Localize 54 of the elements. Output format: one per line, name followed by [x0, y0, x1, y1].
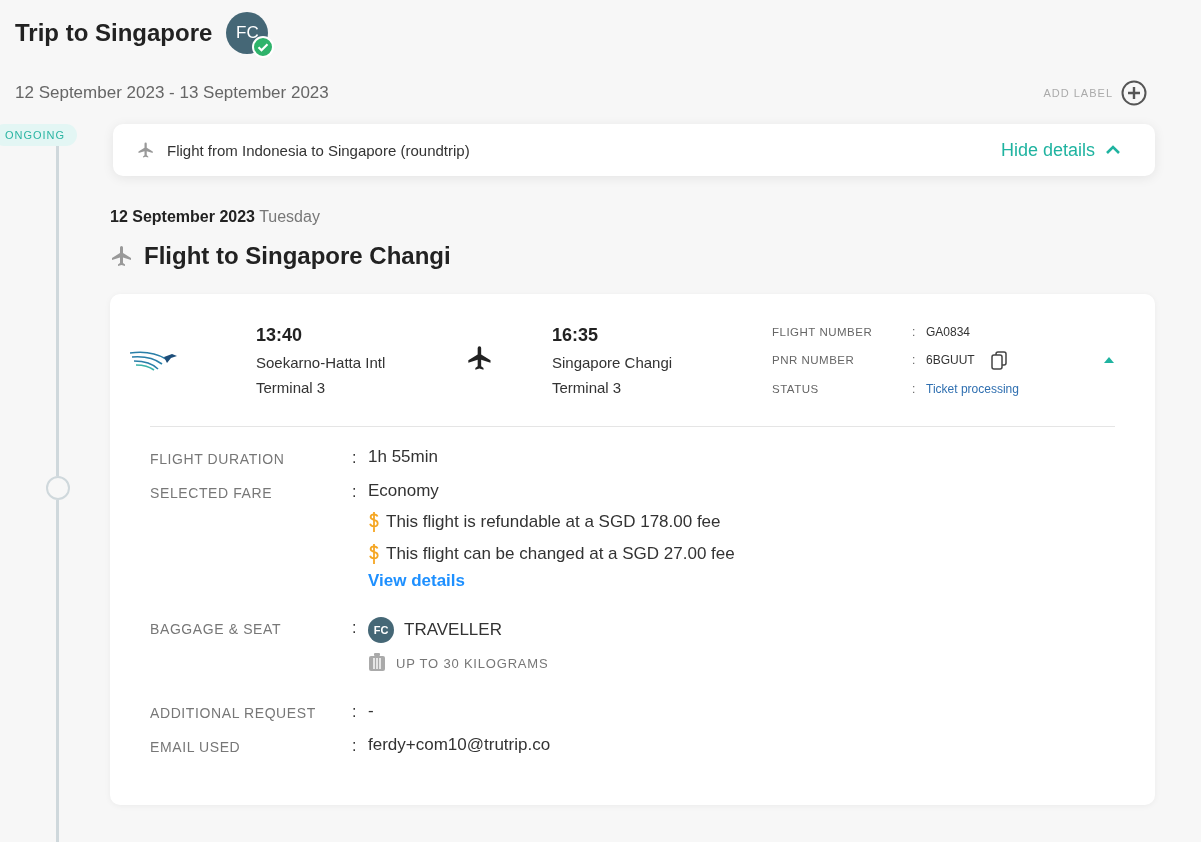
trip-title: Trip to Singapore: [15, 19, 213, 47]
info-value: 6BGUUT: [926, 353, 975, 367]
departure-airport: Soekarno-Hatta Intl: [256, 353, 387, 371]
colon: :: [352, 736, 358, 756]
hide-details-button[interactable]: Hide details: [1000, 139, 1121, 161]
airplane-icon: [137, 141, 155, 159]
info-value: GA0834: [926, 324, 971, 339]
arrival-airport: Singapore Changi: [552, 353, 674, 371]
info-label: FLIGHT NUMBER: [772, 325, 874, 338]
detail-label: FLIGHT DURATION: [150, 450, 286, 469]
suitcase-icon: [368, 653, 386, 673]
copy-icon[interactable]: [990, 350, 1007, 370]
trip-dates: 12 September 2023 - 13 September 2023: [15, 83, 329, 103]
departure-terminal: Terminal 3: [256, 378, 327, 396]
arrival-terminal: Terminal 3: [552, 378, 623, 396]
day-heading: 12 September 2023 Tuesday: [110, 208, 321, 226]
detail-value: ferdy+com10@trutrip.co: [368, 735, 552, 755]
add-label-button[interactable]: ADD LABEL: [1043, 80, 1147, 106]
collapse-caret-icon[interactable]: [1103, 356, 1115, 364]
traveller-avatar: FC: [368, 617, 394, 643]
detail-value: 1h 55min: [368, 447, 439, 467]
detail-value: TRAVELLER: [404, 620, 502, 640]
view-details-link[interactable]: View details: [368, 571, 1115, 591]
detail-label: SELECTED FARE: [150, 484, 274, 503]
baggage-allowance: UP TO 30 KILOGRAMS: [396, 655, 549, 671]
airplane-icon: [466, 344, 494, 372]
fare-note: This flight can be changed at a SGD 27.00 fee: [386, 544, 735, 564]
plus-circle-icon: [1121, 80, 1147, 106]
fare-note: This flight is refundable at a SGD 178.00 fee: [386, 512, 721, 532]
info-label: PNR NUMBER: [772, 354, 856, 366]
detail-label: EMAIL USED: [150, 738, 242, 757]
summary-title: Flight from Indonesia to Singapore (roundtrip): [167, 141, 471, 159]
colon: :: [352, 482, 358, 502]
dollar-icon: [368, 543, 380, 565]
segment-title: Flight to Singapore Changi: [144, 242, 451, 270]
chevron-icon: [1105, 145, 1121, 155]
info-value: Ticket processing: [926, 381, 1019, 396]
detail-label: ADDITIONAL REQUEST: [150, 704, 317, 723]
colon: :: [912, 324, 917, 339]
arrival-time: 16:35: [552, 324, 600, 346]
colon: :: [352, 618, 358, 638]
airline-logo-icon: [130, 349, 178, 371]
dollar-icon: [368, 511, 380, 533]
detail-label: BAGGAGE & SEAT: [150, 620, 283, 639]
colon: :: [912, 353, 917, 367]
detail-value: -: [368, 701, 375, 721]
detail-value: Economy: [368, 481, 440, 501]
status-pill: ONGOING: [0, 124, 78, 146]
colon: :: [352, 702, 358, 722]
airplane-icon: [110, 244, 134, 268]
colon: :: [912, 381, 917, 396]
colon: :: [352, 448, 358, 468]
departure-time: 13:40: [256, 324, 304, 346]
info-label: STATUS: [772, 382, 820, 395]
